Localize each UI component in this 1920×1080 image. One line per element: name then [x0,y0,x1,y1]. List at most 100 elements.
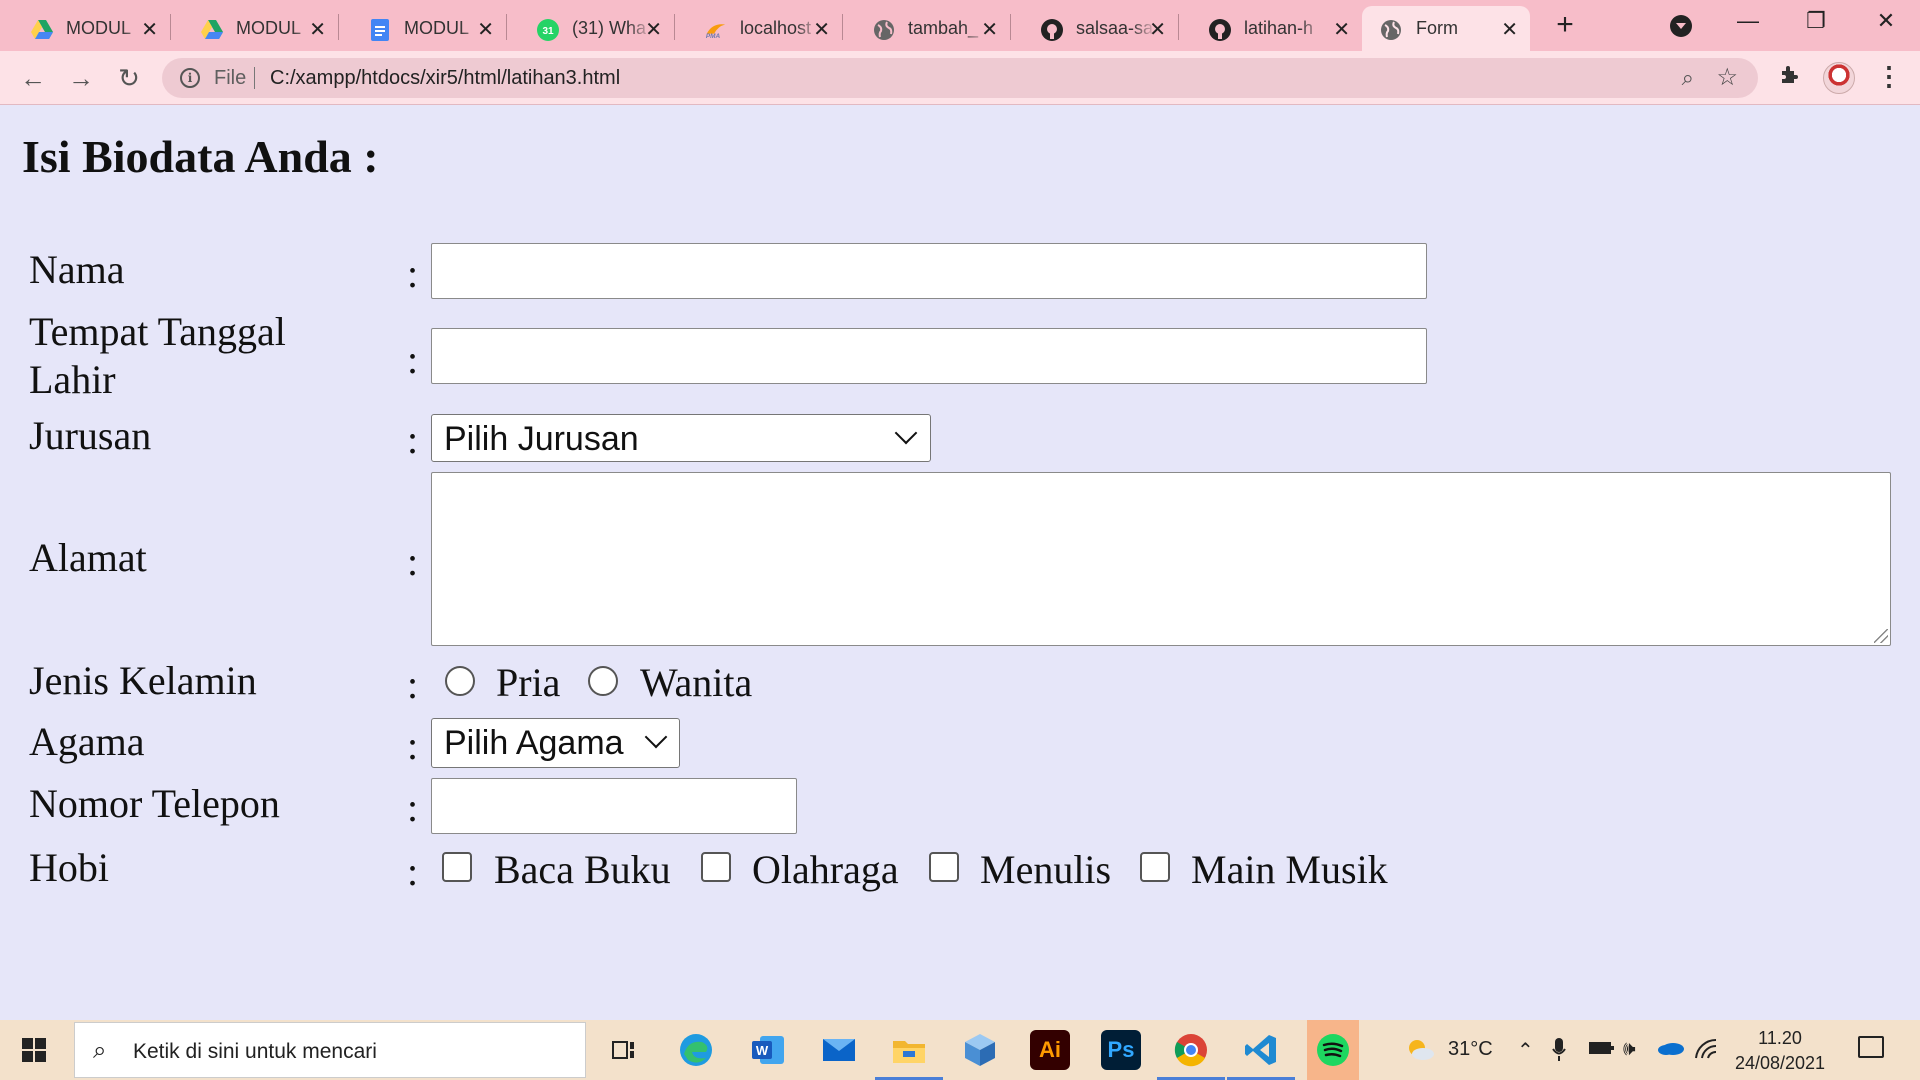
option-main-musik: Main Musik [1191,847,1388,892]
edge-icon[interactable] [676,1030,716,1070]
windows-start-icon[interactable] [22,1038,46,1062]
chevron-up-icon[interactable]: ⌃ [1517,1038,1534,1063]
back-button[interactable]: ← [18,63,48,93]
new-tab-button[interactable]: + [1548,8,1582,42]
file-explorer-icon[interactable] [875,1030,943,1080]
info-icon[interactable]: i [180,68,200,88]
onedrive-icon[interactable] [1657,1038,1685,1062]
label-agama: Agama [29,719,145,764]
browser-tab[interactable]: tambah_ ✕ [842,6,1011,51]
spotify-icon[interactable] [1307,1020,1359,1080]
tab-title: Form [1416,18,1458,38]
bookmark-star-icon[interactable]: ☆ [1716,63,1738,92]
browser-tab[interactable]: 31 (31) Wha ✕ [506,6,675,51]
close-icon[interactable]: ✕ [813,17,830,42]
chrome-icon[interactable] [1157,1030,1225,1080]
word-icon[interactable]: W [748,1030,788,1070]
browser-tab[interactable]: MODUL ✕ [338,6,507,51]
address-bar[interactable]: i File C:/xampp/htdocs/xir5/html/latihan… [162,58,1758,98]
colon: : [407,785,419,830]
3d-box-icon[interactable] [960,1030,1000,1070]
browser-tab[interactable]: MODUL ✕ [170,6,339,51]
close-icon[interactable]: ✕ [1333,17,1350,42]
profile-avatar[interactable] [1823,62,1855,94]
colon: : [407,337,419,382]
close-icon[interactable]: ✕ [645,17,662,42]
network-icon[interactable] [1694,1038,1718,1066]
minimize-button[interactable]: — [1728,8,1768,34]
divider [254,67,255,89]
colon: : [407,539,419,584]
close-window-button[interactable]: ✕ [1866,8,1906,34]
url-text[interactable]: C:/xampp/htdocs/xir5/html/latihan3.html [270,67,620,90]
checkbox-olahraga[interactable] [701,852,731,882]
telepon-input[interactable] [431,778,797,834]
battery-icon[interactable] [1587,1038,1615,1064]
extensions-icon[interactable] [1778,63,1802,94]
clock-date: 24/08/2021 [1734,1053,1826,1073]
resize-handle[interactable] [1874,629,1888,643]
tab-title: MODUL [66,18,132,38]
volume-icon[interactable]: 🕪 [1623,1038,1636,1061]
chevron-down-icon [894,421,918,445]
checkbox-menulis[interactable] [929,852,959,882]
mail-icon[interactable] [819,1030,859,1070]
forward-button[interactable]: → [66,63,96,93]
close-icon[interactable]: ✕ [981,17,998,42]
svg-text:PMA: PMA [706,33,721,40]
tab-title: MODUL [236,18,302,38]
browser-tab-active[interactable]: Form ✕ [1362,6,1530,51]
agama-select[interactable]: Pilih Agama [431,718,680,768]
weather-icon[interactable] [1405,1036,1435,1068]
taskbar-search-placeholder: Ketik di sini untuk mencari [133,1040,377,1063]
option-baca-buku: Baca Buku [494,847,671,892]
close-icon[interactable]: ✕ [141,17,158,42]
label-ttl-line1: Tempat Tanggal [29,309,286,354]
taskbar-search[interactable]: ⌕ Ketik di sini untuk mencari [74,1022,586,1078]
tab-title: salsaa-sa [1076,18,1154,38]
nama-input[interactable] [431,243,1427,299]
tab-search-button[interactable] [1670,15,1692,37]
page-content: Isi Biodata Anda : Nama : Tempat Tanggal… [0,106,1920,1020]
task-view-icon[interactable] [604,1030,644,1070]
option-wanita: Wanita [640,660,753,705]
restore-button[interactable]: ❐ [1796,8,1836,34]
close-icon[interactable]: ✕ [1501,17,1518,42]
label-jurusan: Jurusan [29,413,152,458]
tab-title: tambah_ [908,18,979,38]
google-drive-icon [31,19,53,41]
checkbox-main-musik[interactable] [1140,852,1170,882]
colon: : [407,251,419,296]
taskbar-clock[interactable]: 11.20 24/08/2021 [1730,1026,1830,1076]
colon: : [407,723,419,768]
illustrator-icon[interactable]: Ai [1030,1030,1070,1070]
chevron-down-icon [644,725,668,749]
zoom-icon[interactable]: ⌕ [1682,65,1694,91]
alamat-textarea[interactable] [431,472,1891,646]
browser-tab[interactable]: MODUL ✕ [0,6,171,51]
photoshop-icon[interactable]: Ps [1101,1030,1141,1070]
close-icon[interactable]: ✕ [1149,17,1166,42]
browser-tab[interactable]: latihan-h ✕ [1178,6,1362,51]
weather-temperature[interactable]: 31°C [1448,1038,1493,1061]
notification-icon[interactable] [1858,1036,1884,1058]
close-icon[interactable]: ✕ [477,17,494,42]
label-ttl: Tempat Tanggal Lahir [29,308,286,404]
microphone-icon[interactable] [1552,1038,1566,1068]
label-nomor-telepon: Nomor Telepon [29,781,280,826]
label-alamat: Alamat [29,535,147,580]
radio-pria[interactable] [445,666,475,696]
agama-selected-value: Pilih Agama [444,724,624,762]
jurusan-select[interactable]: Pilih Jurusan [431,414,931,462]
browser-tab[interactable]: salsaa-sa ✕ [1010,6,1179,51]
browser-menu-icon[interactable]: ⋮ [1876,61,1902,92]
globe-icon [1380,19,1402,41]
vscode-icon[interactable] [1227,1030,1295,1080]
checkbox-baca-buku[interactable] [442,852,472,882]
page-title: Isi Biodata Anda : [22,131,379,182]
reload-button[interactable]: ↻ [114,63,144,93]
close-icon[interactable]: ✕ [309,17,326,42]
radio-wanita[interactable] [588,666,618,696]
ttl-input[interactable] [431,328,1427,384]
browser-tab[interactable]: PMA localhost ✕ [674,6,843,51]
